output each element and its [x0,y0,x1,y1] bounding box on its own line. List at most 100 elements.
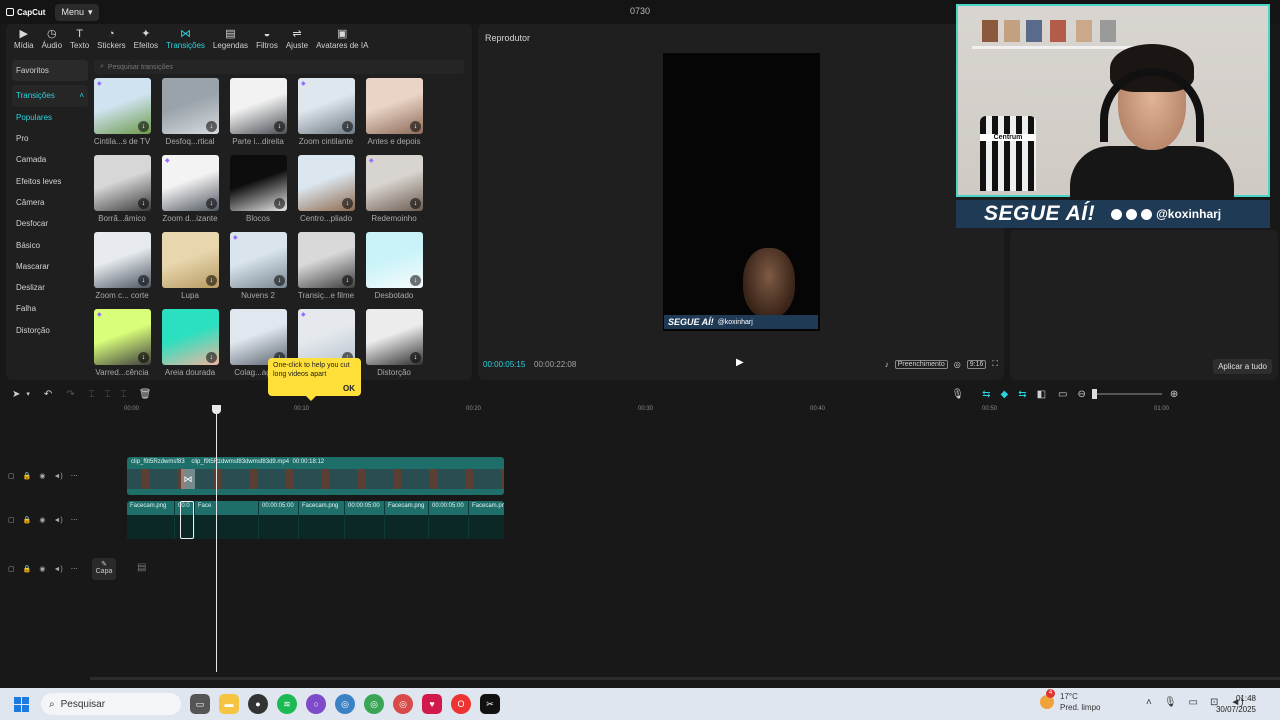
download-icon[interactable]: ↓ [410,121,421,132]
eye-icon[interactable]: ◉ [39,472,45,480]
tab-8[interactable]: ⇌ Ajuste [282,28,312,54]
split-icon[interactable]: ⌶ [89,389,95,400]
download-icon[interactable]: ↓ [274,198,285,209]
split-right-icon[interactable]: ⌶ [121,389,127,400]
overlay-clip-segment[interactable]: 00:00:05:00 [429,501,469,539]
timeline-ruler[interactable]: 00:00 00:10 00:20 00:30 00:40 00:50 01:00 [88,404,1280,416]
transition-card[interactable]: ◆ ↓ Zoom d...izante [162,155,230,230]
spotify-icon[interactable]: ≋ [277,694,297,714]
sidebar-item-7[interactable]: Mascarar [12,256,88,277]
download-icon[interactable]: ↓ [206,198,217,209]
transition-card[interactable]: ↓ Parte i...direita [230,78,298,153]
overlay-clip-segment[interactable]: 00:00:05:00 [345,501,385,539]
lock-icon[interactable]: 🔒 [23,472,32,480]
transition-card[interactable]: ↓ Blocos [230,155,298,230]
tiktok-icon[interactable]: ♪ [885,360,889,369]
obs-icon[interactable]: ● [248,694,268,714]
zoom-in-icon[interactable]: ⊕ [1170,389,1178,400]
overlay-clip-segment[interactable]: Face [195,501,259,539]
menu-button[interactable]: Menu ▾ [55,3,99,21]
transition-card[interactable]: ◆ ↓ Nuvens 2 [230,232,298,307]
playhead-handle[interactable] [212,405,221,414]
clock[interactable]: 01:48 30/07/2025 [1216,693,1256,715]
redo-icon[interactable]: ↷ [66,389,74,400]
transition-card[interactable]: ↓ Areia dourada [162,309,230,384]
file-explorer-icon[interactable]: ▬ [219,694,239,714]
sidebar-item-9[interactable]: Falha [12,298,88,319]
download-icon[interactable]: ↓ [138,352,149,363]
microphone-icon[interactable]: 🎙 [1164,697,1177,708]
video-preview[interactable]: SEGUE AÍ! @koxinharj [663,53,820,331]
transition-card[interactable]: ◆ ↓ Varred...cência [94,309,162,384]
tab-3[interactable]: ◔ Stickers [93,28,129,54]
microphone-icon[interactable]: 🎙 [951,389,964,400]
search-transitions[interactable]: ⌕ Pesquisar transições [94,60,464,74]
download-icon[interactable]: ↓ [206,352,217,363]
main-video-clip[interactable]: clip_f9t5Rzdwmsf83 clip_f9t5Rzdwmsf83dwm… [127,457,504,495]
track-cover-icon[interactable]: ▢ [8,565,15,573]
tab-2[interactable]: T Texto [66,28,93,54]
tab-7[interactable]: ◒ Filtros [252,28,282,54]
download-icon[interactable]: ↓ [342,198,353,209]
timeline-scrollbar[interactable] [90,677,1280,680]
sidebar-item-8[interactable]: Deslizar [12,277,88,298]
track-cover-icon[interactable]: ▢ [8,472,15,480]
playhead-line[interactable] [216,406,217,672]
task-view-icon[interactable]: ▭ [190,694,210,714]
chevron-up-icon[interactable]: ˄ [1146,697,1152,708]
sidebar-item-3[interactable]: Efeitos leves [12,170,88,191]
speaker-icon[interactable]: ◄) [53,473,62,480]
transition-card[interactable]: ↓ Distorção [366,309,434,384]
transition-card[interactable]: ◆ ↓ Cintila...s de TV [94,78,162,153]
snapshot-icon[interactable]: ◎ [954,360,961,369]
overlay-clip-segment[interactable]: Facecam.png [469,501,504,539]
transition-card[interactable]: ↓ Lupa [162,232,230,307]
lock-icon[interactable]: 🔒 [23,565,32,573]
zoom-slider-handle[interactable] [1091,389,1097,399]
tab-0[interactable]: ▶ Mídia [10,28,38,54]
windows-start-icon[interactable] [14,696,29,712]
track-cover-icon[interactable]: ▢ [8,516,15,524]
download-icon[interactable]: ↓ [138,121,149,132]
linkage-icon[interactable]: ⇆ [1018,389,1026,400]
download-icon[interactable]: ↓ [410,352,421,363]
tab-5[interactable]: ⋈ Transições [162,28,209,54]
chevron-down-icon[interactable]: ▾ [26,390,30,398]
preview-axis-icon[interactable]: ◧ [1037,389,1046,400]
tab-6[interactable]: ▤ Legendas [209,28,252,54]
overlay-clip-segment[interactable]: Facecam.png [299,501,345,539]
sidebar-item-transicoes[interactable]: Transições ˄ [12,85,88,107]
aspect-ratio-button[interactable]: 9:16 [966,359,987,369]
fill-mode-button[interactable]: Preenchimento [894,359,948,369]
transition-card[interactable]: ↓ Desfoq...rtical [162,78,230,153]
download-icon[interactable]: ↓ [342,121,353,132]
download-icon[interactable]: ↓ [206,275,217,286]
overlay-clip-segment[interactable]: Facecam.png [127,501,175,539]
sidebar-item-5[interactable]: Desfocar [12,213,88,234]
subtitle-icon[interactable]: ▭ [1058,389,1067,400]
tab-9[interactable]: ▣ Avatares de IA [312,28,372,54]
undo-icon[interactable]: ↶ [44,389,52,400]
transition-card[interactable]: ◆ ↓ Zoom cintilante [298,78,366,153]
zoom-out-icon[interactable]: ⊖ [1077,389,1085,400]
selected-clip-frame[interactable] [180,501,194,539]
overlay-clip-segment[interactable]: Facecam.png [385,501,429,539]
transition-card[interactable]: ↓ Zoom c... corte [94,232,162,307]
download-icon[interactable]: ↓ [138,275,149,286]
apply-all-button[interactable]: Aplicar a tudo [1213,359,1272,374]
sidebar-item-2[interactable]: Camada [12,149,88,170]
transition-card[interactable]: ◆ ↓ Redemoinho [366,155,434,230]
sidebar-item-favoritos[interactable]: Favoritos [12,60,88,82]
auto-snap-icon[interactable]: ◆ [1000,389,1008,400]
transition-card[interactable]: ↓ Transiç...e filme [298,232,366,307]
cover-button[interactable]: ✎ Capa [92,558,116,580]
capcut-taskbar-icon[interactable]: ✂ [480,694,500,714]
speaker-icon[interactable]: ◄) [53,517,62,524]
opera-icon[interactable]: O [451,694,471,714]
app-red-icon[interactable]: ♥ [422,694,442,714]
sidebar-item-10[interactable]: Distorção [12,320,88,341]
eye-icon[interactable]: ◉ [39,565,45,573]
sidebar-item-0[interactable]: Populares [12,107,88,128]
sidebar-item-6[interactable]: Básico [12,234,88,255]
main-track-link-icon[interactable]: ⇆ [982,389,990,400]
